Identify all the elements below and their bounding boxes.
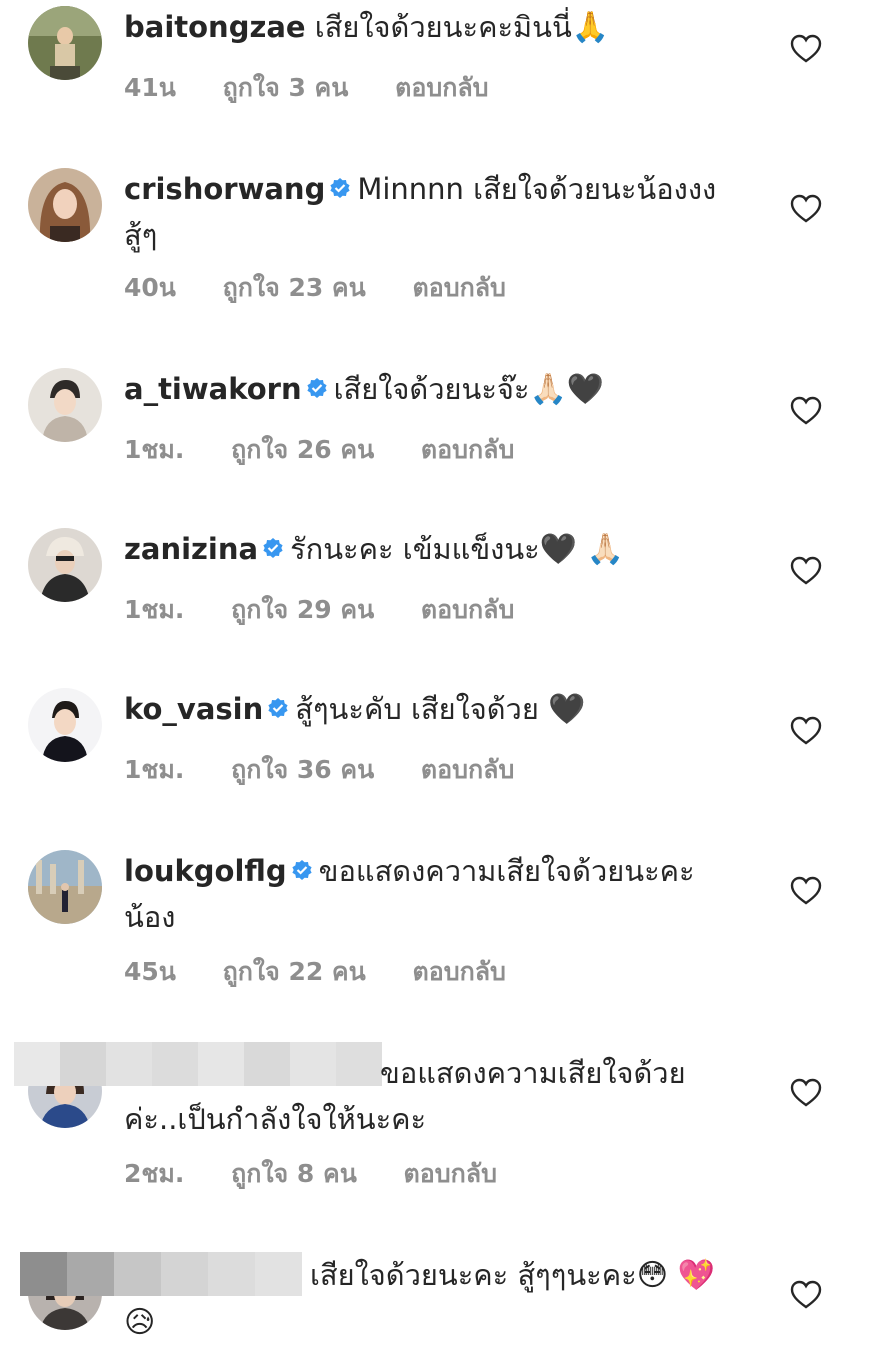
comment-meta: 1ชม. ถูกใจ 26 คน ตอบกลับ [124, 430, 552, 470]
comment-time: 45น [124, 957, 176, 986]
heart-outline-icon[interactable] [790, 556, 822, 586]
comment-username[interactable]: baitongzae [124, 10, 306, 44]
comment-meta: 1ชม. ถูกใจ 29 คน ตอบกลับ [124, 590, 552, 630]
avatar[interactable] [28, 528, 102, 602]
comment-time: 41น [124, 73, 176, 102]
heart-outline-icon[interactable] [790, 194, 822, 224]
comment-text: ขอแสดงความเสียใจด้วย ค่ะ..เป็นกำลังใจให้… [124, 1050, 744, 1142]
comment-body: เสียใจด้วยนะคะมินนี่ [314, 10, 572, 44]
comment-username[interactable]: loukgolflg [124, 854, 287, 888]
verified-badge-icon [330, 178, 350, 198]
comment-likes-count[interactable]: ถูกใจ 22 คน [223, 957, 366, 986]
comment-likes-count[interactable]: ถูกใจ 8 คน [231, 1159, 357, 1188]
reply-button[interactable]: ตอบกลับ [404, 1159, 497, 1188]
comment-text: a_tiwakorn เสียใจด้วยนะจ๊ะ🙏🏻🖤 [124, 366, 744, 413]
comment-text: zanizina รักนะคะ เข้มแข็งนะ🖤 🙏🏻 [124, 526, 744, 573]
comment-text: loukgolflg ขอแสดงความเสียใจด้วยนะคะ น้อง [124, 848, 744, 940]
comment-likes-count[interactable]: ถูกใจ 23 คน [223, 273, 366, 302]
verified-badge-icon [268, 698, 288, 718]
comment-body: สู้ๆนะคับ เสียใจด้วย [295, 692, 539, 726]
comment-emoji: 🖤 🙏🏻 [539, 532, 624, 567]
reply-button[interactable]: ตอบกลับ [421, 595, 514, 624]
comment-username[interactable]: zanizina [124, 532, 258, 566]
comment-emoji: 🙏🏻🖤 [529, 372, 605, 407]
avatar[interactable] [28, 168, 102, 242]
comment-body: เสียใจด้วยนะคะ สู้ๆๆนะคะ [310, 1258, 637, 1292]
heart-outline-icon[interactable] [790, 1280, 822, 1310]
comment-emoji: 🙏 [571, 10, 610, 45]
comment-time: 1ชม. [124, 435, 185, 464]
comment-text: crishorwang Minnnn เสียใจด้วยนะน้องงง สู้… [124, 166, 744, 258]
verified-badge-icon [263, 538, 283, 558]
comment-body: รักนะคะ เข้มแข็งนะ [290, 532, 540, 566]
comment-time: 40น [124, 273, 176, 302]
comment-username[interactable]: a_tiwakorn [124, 372, 302, 406]
comment-likes-count[interactable]: ถูกใจ 26 คน [231, 435, 374, 464]
comment-likes-count[interactable]: ถูกใจ 36 คน [231, 755, 374, 784]
reply-button[interactable]: ตอบกลับ [421, 755, 514, 784]
avatar[interactable] [28, 688, 102, 762]
comment-username[interactable]: ko_vasin [124, 692, 263, 726]
comment-meta: 41น ถูกใจ 3 คน ตอบกลับ [124, 68, 527, 108]
comment-body: เสียใจด้วยนะจ๊ะ [333, 372, 530, 406]
comment-time: 2ชม. [124, 1159, 185, 1188]
heart-outline-icon[interactable] [790, 876, 822, 906]
reply-button[interactable]: ตอบกลับ [412, 957, 505, 986]
comment-time: 1ชม. [124, 755, 185, 784]
comment-meta: 45น ถูกใจ 22 คน ตอบกลับ [124, 952, 544, 992]
comment-likes-count[interactable]: ถูกใจ 3 คน [223, 73, 349, 102]
heart-outline-icon[interactable] [790, 716, 822, 746]
heart-outline-icon[interactable] [790, 1078, 822, 1108]
avatar[interactable] [28, 368, 102, 442]
verified-badge-icon [292, 860, 312, 880]
reply-button[interactable]: ตอบกลับ [421, 435, 514, 464]
comment-text: ko_vasin สู้ๆนะคับ เสียใจด้วย 🖤 [124, 686, 744, 733]
comment-likes-count[interactable]: ถูกใจ 29 คน [231, 595, 374, 624]
heart-outline-icon[interactable] [790, 396, 822, 426]
reply-button[interactable]: ตอบกลับ [412, 273, 505, 302]
comment-meta: 40น ถูกใจ 23 คน ตอบกลับ [124, 268, 544, 308]
comment-meta: 2ชม. ถูกใจ 8 คน ตอบกลับ [124, 1154, 535, 1194]
comment-text: baitongzae เสียใจด้วยนะคะมินนี่🙏 [124, 4, 744, 51]
comment-text: เสียใจด้วยนะคะ สู้ๆๆนะคะ😳 💖 😥 [124, 1252, 744, 1346]
comment-username[interactable]: crishorwang [124, 172, 325, 206]
comment-body: ขอแสดงความเสียใจด้วย ค่ะ..เป็นกำลังใจให้… [124, 1056, 686, 1136]
comment-meta: 1ชม. ถูกใจ 36 คน ตอบกลับ [124, 750, 552, 790]
avatar[interactable] [28, 850, 102, 924]
heart-outline-icon[interactable] [790, 34, 822, 64]
avatar[interactable] [28, 6, 102, 80]
comment-time: 1ชม. [124, 595, 185, 624]
comment-emoji: 🖤 [548, 692, 586, 727]
reply-button[interactable]: ตอบกลับ [395, 73, 488, 102]
verified-badge-icon [307, 378, 327, 398]
